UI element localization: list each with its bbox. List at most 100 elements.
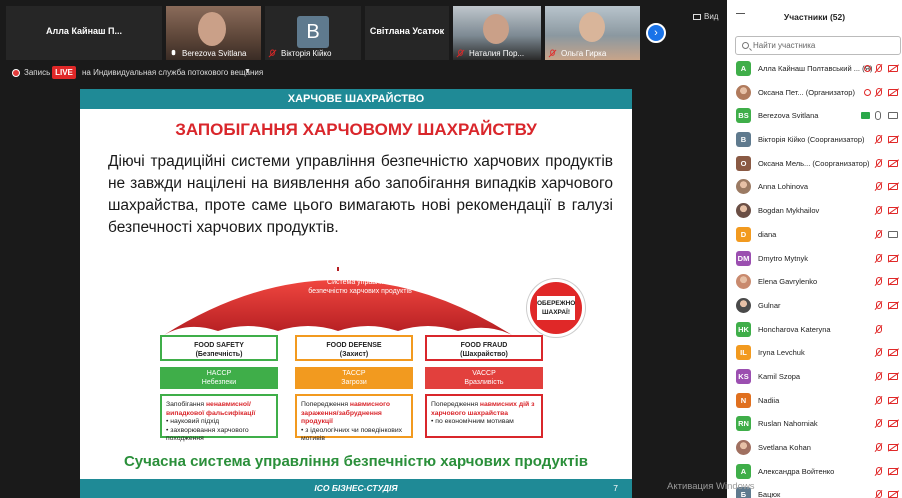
mic-off-icon[interactable] [874,348,883,358]
participant-search-input[interactable] [753,40,893,51]
mic-off-icon [548,49,557,58]
camera-off-icon[interactable] [888,467,898,475]
participant-row[interactable]: B Вікторія Кійко (Соорганизатор) [727,128,902,152]
mic-off-icon[interactable] [874,466,883,477]
warning-sign: ОБЕРЕЖНО ШАХРАЇ! [527,279,585,337]
mic-off-icon[interactable] [874,419,883,429]
participant-row[interactable]: BS Berezova Svitlana [727,104,902,128]
camera-off-icon[interactable] [888,159,898,167]
mic-off-icon[interactable] [874,135,883,145]
participant-row[interactable]: IL Iryna Levchuk [727,341,902,365]
stream-label[interactable]: на Индивидуальная служба потокового веща… [82,68,263,77]
participant-row[interactable]: DM Dmytro Mytnyk [727,247,902,271]
camera-off-icon[interactable] [888,207,898,215]
participant-name: Nadiia [758,395,780,405]
camera-off-icon[interactable] [888,65,898,72]
participant-row[interactable]: Ddiana [727,223,902,247]
video-tile[interactable]: Наталия Пор... [453,6,541,60]
camera-off-icon[interactable] [888,420,898,428]
participant-name: Honcharova Kateryna [758,324,831,334]
camera-off-icon[interactable] [888,278,898,286]
warning-text: ОБЕРЕЖНО ШАХРАЇ! [537,296,575,320]
next-page-button[interactable]: › [646,23,666,43]
participant-row[interactable]: Elena Gavrylenko [727,270,902,294]
mic-off-icon[interactable] [874,371,883,382]
participant-name: Александра Войтенко [758,466,835,476]
record-label[interactable]: Запись [24,68,50,77]
umbrella-label: Система управління безпечністю харчових … [308,279,412,295]
participant-row[interactable]: Gulnar [727,294,902,318]
participant-row[interactable]: RN Ruslan Nahorniak [727,412,902,436]
slide-bottom-text: Сучасна система управління безпечністю х… [123,453,589,470]
participant-name: Алла Кайнаш П... [46,26,122,36]
mic-off-icon[interactable] [874,64,883,74]
recording-bar: Запись LIVE на Индивидуальная служба пот… [0,62,727,84]
mic-off-icon[interactable] [874,158,883,169]
search-icon [742,42,749,49]
mic-off-icon[interactable] [874,253,883,264]
camera-off-icon[interactable] [888,349,898,357]
participants-panel: Участники (52) A Алла Кайнаш Полтавський … [727,0,902,498]
camera-off-icon[interactable] [888,254,898,262]
participant-name: diana [758,229,777,239]
recording-icon[interactable] [864,88,871,96]
mic-off-icon[interactable] [874,229,883,240]
participant-row[interactable]: Оксана Пет... (Организатор) [727,81,902,105]
mic-off-icon[interactable] [874,395,883,406]
video-tile[interactable]: B Вікторія Кійко [265,6,361,60]
participant-row[interactable]: HK Honcharova Kateryna [727,318,902,342]
mic-off-icon[interactable] [874,443,883,453]
camera-off-icon[interactable] [888,444,898,451]
participant-name: Ruslan Nahorniak [758,419,818,429]
chevron-right-icon: › [654,27,658,39]
video-tile[interactable]: Berezova Svitlana [166,6,261,60]
slide-title: ЗАПОБІГАННЯ ХАРЧОВОМУ ШАХРАЙСТВУ [175,120,537,139]
participant-name: Оксана Мель... (Соорганизатор) [758,158,870,168]
participant-row[interactable]: N Nadiia [727,389,902,413]
camera-on-icon[interactable] [888,112,898,120]
view-button[interactable]: Вид [693,12,718,21]
participant-row[interactable]: KS Kamil Szopa [727,365,902,389]
live-badge[interactable]: LIVE [52,66,76,79]
camera-on-icon[interactable] [888,230,898,238]
camera-off-icon[interactable] [888,88,898,96]
video-tile[interactable]: Світлана Усатюк [365,6,449,60]
participant-row[interactable]: Svetlana Kohan [727,436,902,460]
caret-down-icon[interactable]: ▼ [244,68,251,75]
umbrella-graphic [164,267,512,335]
participant-row[interactable]: A Алла Кайнаш Полтавський ... (Я) [727,57,902,81]
participant-row[interactable]: A Александра Войтенко [727,460,902,484]
avatar [736,179,751,195]
video-tile[interactable]: Алла Кайнаш П... [6,6,162,60]
camera-off-icon[interactable] [888,136,898,144]
mic-off-icon[interactable] [874,490,883,498]
mic-on-icon[interactable] [875,111,881,121]
mic-off-icon[interactable] [874,300,883,311]
food-defense-box: FOOD DEFENSE (Захист) [295,335,413,361]
avatar: BS [736,108,751,124]
participant-row[interactable]: Bogdan Mykhailov [727,199,902,223]
participant-name: Svetlana Kohan [758,443,811,452]
food-safety-description: Запобігання ненавмисної/ випадкової фаль… [160,394,278,442]
participant-name: Gulnar [758,300,781,310]
mic-off-icon[interactable] [874,277,883,287]
recording-icon[interactable] [864,65,871,72]
video-tile[interactable]: Ольга Гирка [545,6,640,60]
camera-off-icon[interactable] [888,183,898,191]
avatar: RN [736,416,751,432]
participant-row[interactable]: O Оксана Мель... (Соорганизатор) [727,152,902,176]
participant-row[interactable]: Anna Lohinova [727,175,902,199]
avatar [736,297,751,313]
mic-off-icon[interactable] [874,206,883,216]
participant-name: Elena Gavrylenko [758,277,818,287]
mic-off-icon[interactable] [874,182,883,192]
camera-off-icon[interactable] [888,301,898,309]
participant-name: Kamil Szopa [758,371,801,381]
camera-off-icon[interactable] [888,396,898,404]
mic-off-icon[interactable] [874,324,883,335]
camera-off-icon[interactable] [888,491,898,498]
screen-share-icon[interactable] [861,112,870,120]
camera-off-icon[interactable] [888,372,898,380]
grid-icon [693,13,701,20]
mic-off-icon[interactable] [874,87,883,98]
